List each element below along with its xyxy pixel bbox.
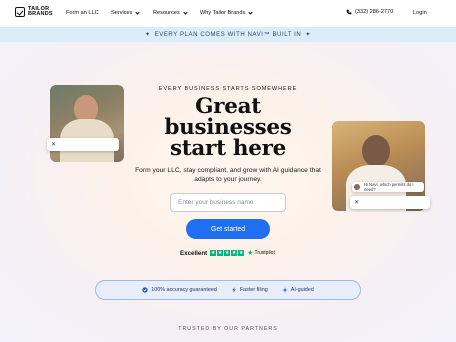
nav-why-label: Why Tailor Brands [200, 10, 246, 16]
lightning-icon [232, 287, 236, 293]
chat-input-right: ✕ [350, 196, 430, 209]
feature-pill: 100% accuracy guaranteed Faster filing A… [95, 280, 361, 300]
star-icon: ★ [231, 250, 238, 256]
star-icon: ★ [217, 250, 224, 256]
tailor-brands-logo[interactable]: TAILOR BRANDS [15, 6, 53, 17]
headline-line-3: start here [169, 136, 287, 161]
get-started-button[interactable]: Get started [186, 219, 270, 239]
nav-why-tailor-brands[interactable]: Why Tailor Brands [200, 9, 253, 16]
star-icon: ★ [224, 250, 231, 256]
site-header: TAILOR BRANDS Form an LLC Services Resou… [0, 0, 456, 27]
nav-resources-label: Resources [153, 10, 180, 16]
nav-services[interactable]: Services [111, 9, 141, 16]
login-link[interactable]: Login [413, 10, 427, 16]
chevron-down-icon [135, 9, 141, 15]
logo-check-icon [15, 7, 25, 17]
check-badge-icon [142, 287, 148, 293]
feature-label: AI-guided [290, 287, 314, 293]
feature-label: 100% accuracy guaranteed [151, 287, 217, 293]
star-icon: ★ [210, 250, 217, 256]
close-icon: ✕ [354, 200, 360, 206]
phone-link[interactable]: (332) 286-2770 [346, 9, 393, 15]
banner-text: EVERY PLAN COMES WITH NAVI™ BUILT IN [154, 31, 302, 38]
trustpilot-brand: Trustpilot [254, 250, 275, 256]
avatar [354, 184, 360, 190]
trustpilot-stars: ★ ★ ★ ★ ★ [210, 250, 245, 256]
trustpilot-rating[interactable]: Excellent ★ ★ ★ ★ ★ ★ Trustpilot [180, 249, 275, 258]
chevron-down-icon [183, 9, 188, 15]
sparkle-icon [282, 287, 288, 293]
trustpilot-logo: ★ Trustpilot [247, 249, 275, 257]
logo-line-2: BRANDS [28, 11, 53, 17]
feature-accuracy: 100% accuracy guaranteed [142, 287, 217, 293]
nav-form-llc[interactable]: Form an LLC [66, 10, 99, 16]
trustpilot-rating-word: Excellent [180, 249, 208, 257]
chat-question-text: Hi Navi, which permits do I need? [364, 182, 414, 192]
business-name-input[interactable] [170, 193, 286, 212]
nav-resources[interactable]: Resources [153, 9, 188, 16]
nav-form-llc-label: Form an LLC [66, 10, 99, 16]
feature-label: Faster filing [239, 287, 268, 293]
chat-question-bubble: Hi Navi, which permits do I need? [352, 182, 424, 192]
phone-icon [346, 9, 352, 15]
navi-banner[interactable]: ✦ EVERY PLAN COMES WITH NAVI™ BUILT IN ✦ [0, 27, 456, 42]
trustpilot-star-icon: ★ [247, 250, 254, 257]
headline-line-1: Great [195, 94, 261, 119]
nav-services-label: Services [111, 10, 133, 16]
headline-line-2: businesses [164, 115, 292, 140]
partners-heading: TRUSTED BY OUR PARTNERS [178, 326, 278, 332]
sparkle-icon: ✦ [144, 32, 151, 38]
phone-number: (332) 286-2770 [355, 9, 394, 15]
star-icon: ★ [238, 250, 245, 256]
hero-eyebrow: EVERY BUSINESS STARTS SOMEWHERE [158, 86, 298, 92]
feature-faster-filing: Faster filing [231, 287, 268, 293]
feature-ai-guided: AI-guided [282, 287, 314, 293]
hero-subtitle: Form your LLC, stay compliant, and grow … [135, 167, 321, 183]
chevron-down-icon [248, 9, 253, 15]
sparkle-icon: ✦ [305, 32, 312, 38]
page-title: Great businesses start here [0, 94, 456, 161]
